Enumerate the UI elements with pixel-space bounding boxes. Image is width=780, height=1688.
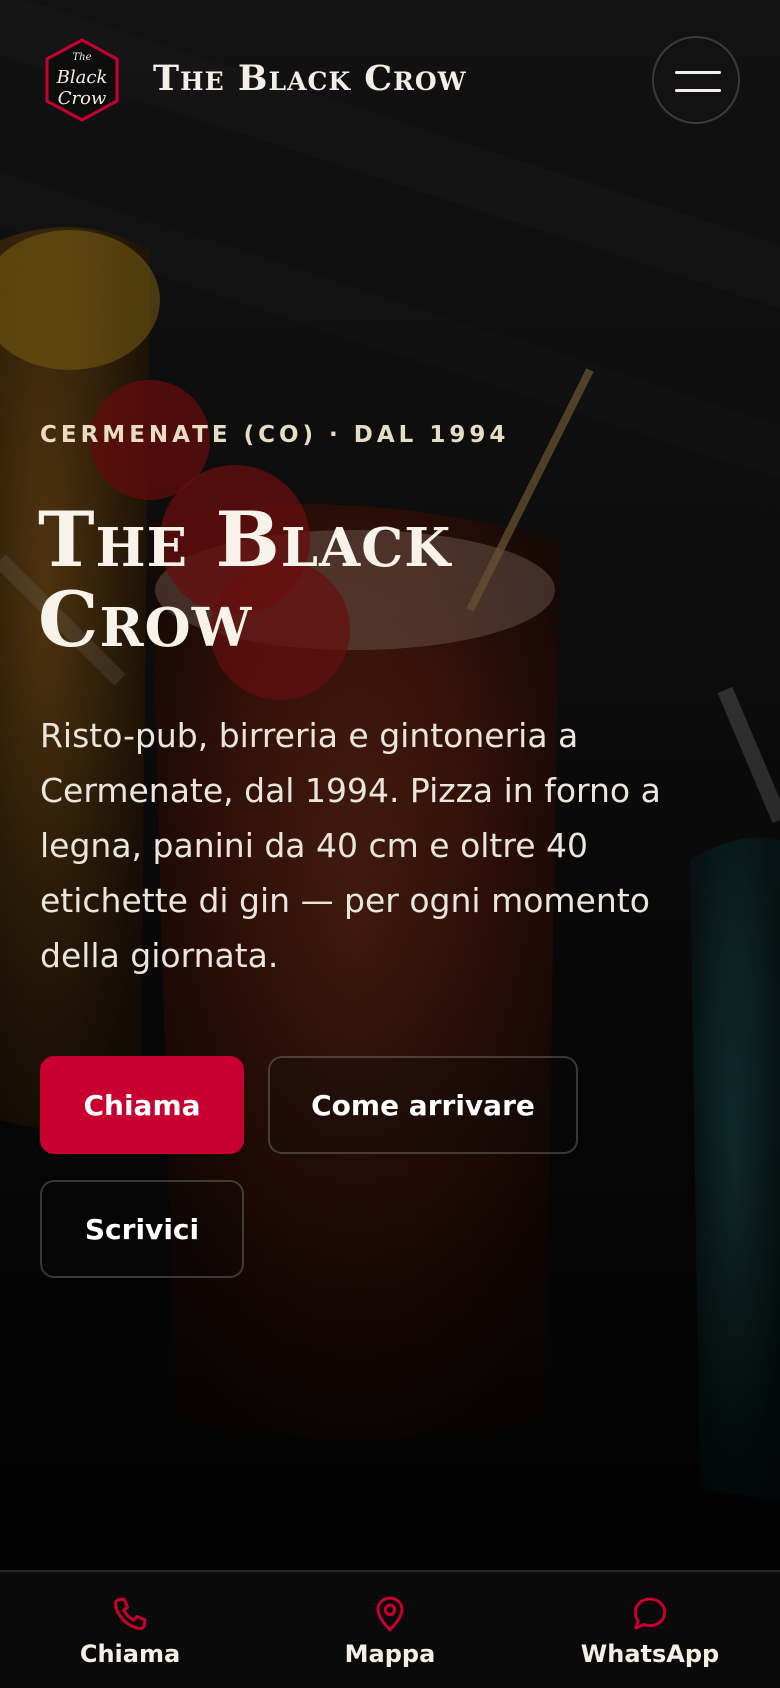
bottom-action-bar: Chiama Mappa WhatsApp	[0, 1570, 780, 1688]
bottom-bar-map-label: Mappa	[344, 1640, 436, 1668]
write-us-button[interactable]: Scrivici	[40, 1180, 244, 1278]
hero-title-line2: Crow	[38, 575, 253, 664]
phone-icon	[113, 1597, 147, 1631]
logo-text-line1: Black	[56, 67, 108, 88]
black-crow-logo[interactable]: The Black Crow	[44, 38, 120, 122]
logo-hexagon-icon: The Black Crow	[45, 38, 119, 122]
hamburger-menu-button[interactable]	[652, 36, 740, 124]
bottom-bar-call[interactable]: Chiama	[0, 1572, 260, 1688]
hero-description: Risto-pub, birreria e gintoneria a Cerme…	[40, 716, 661, 975]
site-header: The Black Crow The Black Crow	[0, 0, 780, 160]
logo-text-line2: Crow	[58, 88, 107, 109]
bottom-bar-whatsapp[interactable]: WhatsApp	[520, 1572, 780, 1688]
hero-title: The Black Crow	[38, 500, 638, 660]
brand-name[interactable]: The Black Crow	[153, 58, 467, 99]
hero-kicker: CERMENATE (CO) · DAL 1994	[40, 422, 510, 448]
bottom-bar-call-label: Chiama	[79, 1640, 181, 1668]
directions-button[interactable]: Come arrivare	[268, 1056, 578, 1154]
map-pin-icon	[376, 1596, 404, 1632]
hamburger-menu-icon	[675, 71, 721, 74]
hero-title-line1: The Black	[38, 495, 452, 584]
hamburger-menu-icon-line	[675, 89, 721, 92]
call-button[interactable]: Chiama	[40, 1056, 244, 1154]
bottom-bar-map[interactable]: Mappa	[260, 1572, 520, 1688]
bottom-bar-whatsapp-label: WhatsApp	[580, 1640, 720, 1668]
chat-bubble-icon	[633, 1597, 667, 1630]
logo-text-small: The	[72, 52, 91, 63]
